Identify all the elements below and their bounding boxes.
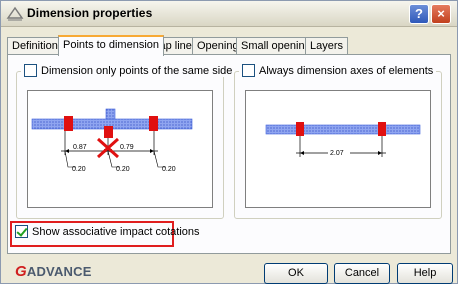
axes-diagram: 2.07 (265, 122, 421, 157)
axes-illustration: 2.07 (245, 90, 431, 208)
tab-points-to-dimension[interactable]: Points to dimension (58, 35, 164, 56)
help-button[interactable]: Help (397, 263, 453, 284)
marker-left (64, 116, 73, 131)
same-side-diagram: 0.87 0.79 0.20 0.20 0.20 (31, 108, 193, 173)
tab-definition[interactable]: Definition (7, 37, 63, 55)
dim-a-label: 0.87 (73, 144, 87, 151)
offset-right-label: 0.20 (162, 166, 176, 173)
axes-dim-label: 2.07 (330, 150, 344, 157)
offset-mid-label: 0.20 (116, 166, 130, 173)
offset-left-label: 0.20 (72, 166, 86, 173)
logo-mark: G (15, 263, 27, 280)
same-side-option[interactable]: Dimension only points of the same side (21, 64, 236, 77)
advance-logo: GADVANCE (15, 263, 92, 280)
cancel-button[interactable]: Cancel (334, 263, 390, 284)
wall-shape-right (265, 124, 421, 135)
associative-checkbox[interactable] (15, 225, 28, 238)
dim-b-label: 0.79 (120, 144, 134, 151)
associative-label: Show associative impact cotations (32, 225, 200, 238)
logo-text: ADVANCE (26, 264, 92, 279)
marker-right (149, 116, 158, 131)
right-option-group: Always dimension axes of elements 2.07 (234, 64, 442, 219)
same-side-label: Dimension only points of the same side (41, 64, 233, 77)
title-help-button[interactable]: ? (409, 4, 429, 24)
dimension-icon (6, 6, 24, 21)
same-side-checkbox[interactable] (24, 64, 37, 77)
axes-label: Always dimension axes of elements (259, 64, 434, 77)
marker-right-b (378, 122, 386, 136)
title-bar[interactable]: Dimension properties ? × (1, 1, 457, 27)
associative-option[interactable]: Show associative impact cotations (15, 225, 200, 238)
title-close-button[interactable]: × (431, 4, 451, 24)
same-side-illustration: 0.87 0.79 0.20 0.20 0.20 (27, 90, 213, 208)
tab-layers[interactable]: Layers (305, 37, 349, 55)
axes-checkbox[interactable] (242, 64, 255, 77)
axes-option[interactable]: Always dimension axes of elements (239, 64, 437, 77)
wall-stub (105, 108, 116, 120)
marker-right-a (296, 122, 304, 136)
window-title: Dimension properties (27, 6, 153, 20)
dialog-window: Dimension properties ? × Definition Poin… (0, 0, 458, 284)
left-option-group: Dimension only points of the same side 0… (16, 64, 236, 219)
marker-middle (104, 126, 113, 138)
ok-button[interactable]: OK (264, 263, 328, 284)
